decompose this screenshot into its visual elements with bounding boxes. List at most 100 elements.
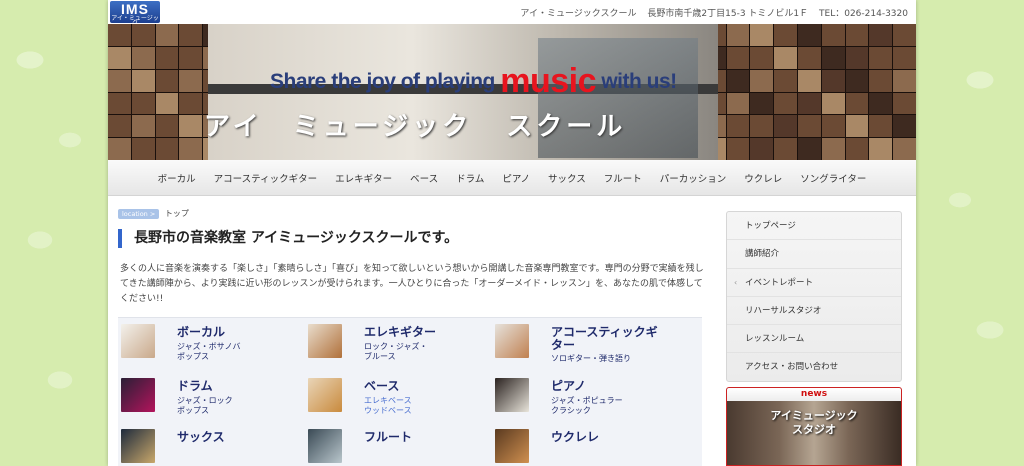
mosaic-tile <box>893 92 916 115</box>
telephone: TEL：026-214-3320 <box>819 9 908 19</box>
mosaic-tile <box>798 115 821 138</box>
chevron-left-icon: ‹ <box>734 277 738 287</box>
course-thumbnail <box>495 378 529 412</box>
mosaic-tile <box>774 69 798 92</box>
sidebar-item-label: リハーサルスタジオ <box>745 305 822 316</box>
mosaic-tile <box>774 92 798 115</box>
course-card[interactable]: フルート <box>305 426 495 466</box>
logo-text: IMS <box>121 1 149 17</box>
mosaic-tile <box>750 92 774 115</box>
course-name: ドラム <box>177 379 213 393</box>
sidebar-item-label: アクセス・お問い合わせ <box>745 362 839 373</box>
contact-info: アイ・ミュージックスクール 長野市南千歳2丁目15-3 トミノビル1Ｆ TEL：… <box>512 6 908 19</box>
course-card[interactable]: ベース エレキベース ウッドベース <box>305 375 495 425</box>
course-card[interactable]: ピアノ ジャズ・ポピュラー クラシック <box>492 375 682 425</box>
mosaic-tile <box>726 115 750 138</box>
mosaic-tile <box>131 46 155 69</box>
nav-item[interactable]: ピアノ <box>493 171 539 185</box>
course-card[interactable]: ドラムジャズ・ロック ポップス <box>118 375 308 425</box>
sidebar-item[interactable]: アクセス・お問い合わせ <box>727 353 901 381</box>
nav-item[interactable]: ソングライター <box>791 171 875 185</box>
nav-item[interactable]: ベース <box>401 171 447 185</box>
nav-item[interactable]: ウクレレ <box>735 171 791 185</box>
sidebar-menu: トップページ 講師紹介 ‹ イベントレポート リハーサルスタジオレッスンルームアクセス・… <box>726 211 902 382</box>
course-subtitle: ポップス <box>177 406 209 415</box>
mosaic-tile <box>726 69 750 92</box>
course-subtitle: ポップス <box>177 352 209 361</box>
mosaic-tile <box>774 138 798 160</box>
mosaic-tile <box>798 69 821 92</box>
main-nav: ボーカル アコースティックギター エレキギター ベース ドラム ピアノ サックス フルート パー… <box>108 160 916 196</box>
mosaic-tile <box>179 92 203 115</box>
nav-item[interactable]: パーカッション <box>651 171 736 185</box>
mosaic-tile <box>108 24 131 46</box>
course-thumbnail <box>495 429 529 463</box>
course-card[interactable]: ウクレレ <box>492 426 682 466</box>
breadcrumb: location > トップ <box>118 208 189 219</box>
mosaic-tile <box>845 92 869 115</box>
top-bar: IMS アイ・ミュージック アイ・ミュージックスクール 長野市南千歳2丁目15-… <box>108 0 916 27</box>
course-card[interactable]: サックス <box>118 426 308 466</box>
banner-slogan: Share the joy of playing music with us! <box>270 62 677 100</box>
mosaic-tile <box>108 92 131 115</box>
nav-item[interactable]: アコースティックギター <box>205 171 326 185</box>
mosaic-tile <box>869 24 893 46</box>
mosaic-tile <box>179 24 203 46</box>
mosaic-tile <box>726 92 750 115</box>
sidebar-item[interactable]: リハーサルスタジオ <box>727 297 901 326</box>
news-box[interactable]: news アイミュージック スタジオ <box>726 387 902 466</box>
course-card[interactable]: ボーカル ジャズ・ボサノバ ポップス <box>118 321 308 371</box>
mosaic-tile <box>131 69 155 92</box>
mosaic-tile <box>845 24 869 46</box>
course-card[interactable]: エレキギター ロック・ジャズ・ ブルース <box>305 321 495 371</box>
mosaic-tile <box>893 24 916 46</box>
mosaic-tile <box>798 92 821 115</box>
mosaic-tile <box>798 138 821 160</box>
sidebar-item[interactable]: トップページ <box>727 212 901 241</box>
mosaic-tile <box>155 46 179 69</box>
course-card[interactable]: アコースティックギター ソロギター・弾き語り <box>492 321 682 371</box>
site-logo[interactable]: IMS アイ・ミュージック <box>110 1 160 27</box>
mosaic-tile <box>726 24 750 46</box>
nav-item[interactable]: サックス <box>539 171 595 185</box>
mosaic-tile <box>155 138 179 160</box>
mosaic-tile <box>179 46 203 69</box>
mosaic-tile <box>131 24 155 46</box>
nav-item[interactable]: ドラム <box>447 171 493 185</box>
course-thumbnail <box>121 324 155 358</box>
hero-banner: Share the joy of playing music with us! … <box>108 24 916 160</box>
nav-item[interactable]: フルート <box>595 171 651 185</box>
page-title: 長野市の音楽教室 アイミュージックスクールです。 <box>118 229 704 248</box>
news-caption: アイミュージック スタジオ <box>770 409 858 436</box>
sidebar-item-label: イベントレポート <box>745 277 814 288</box>
course-thumbnail <box>121 378 155 412</box>
sidebar-item[interactable]: ‹ イベントレポート <box>727 269 901 297</box>
mosaic-tile <box>821 46 845 69</box>
page: IMS アイ・ミュージック アイ・ミュージックスクール 長野市南千歳2丁目15-… <box>108 0 916 466</box>
mosaic-tile <box>893 46 916 69</box>
mosaic-tile <box>750 115 774 138</box>
course-thumbnail <box>308 429 342 463</box>
course-subtitle: ジャズ・ロック <box>177 396 233 405</box>
mosaic-tile <box>869 92 893 115</box>
nav-item[interactable]: ボーカル <box>149 171 205 185</box>
course-name: ピアノ <box>551 379 586 393</box>
location-badge: location > <box>118 209 160 219</box>
mosaic-tile <box>108 46 131 69</box>
address: 長野市南千歳2丁目15-3 トミノビル1Ｆ <box>647 9 809 19</box>
mosaic-tile <box>155 24 179 46</box>
course-thumbnail <box>495 324 529 358</box>
sidebar-item[interactable]: 講師紹介 <box>727 240 901 269</box>
mosaic-tile <box>845 115 869 138</box>
mosaic-tile <box>798 46 821 69</box>
mosaic-tile <box>108 69 131 92</box>
sidebar-item[interactable]: レッスンルーム <box>727 325 901 354</box>
course-thumbnail <box>308 324 342 358</box>
mosaic-tile <box>131 115 155 138</box>
course-subtitle: ジャズ・ボサノバ <box>177 342 241 351</box>
course-subtitle: クラシック <box>551 406 591 415</box>
nav-item[interactable]: エレキギター <box>326 171 401 185</box>
school-name: アイ・ミュージックスクール <box>520 9 637 19</box>
course-subtitle: ブルース <box>364 352 396 361</box>
mosaic-tile <box>869 138 893 160</box>
